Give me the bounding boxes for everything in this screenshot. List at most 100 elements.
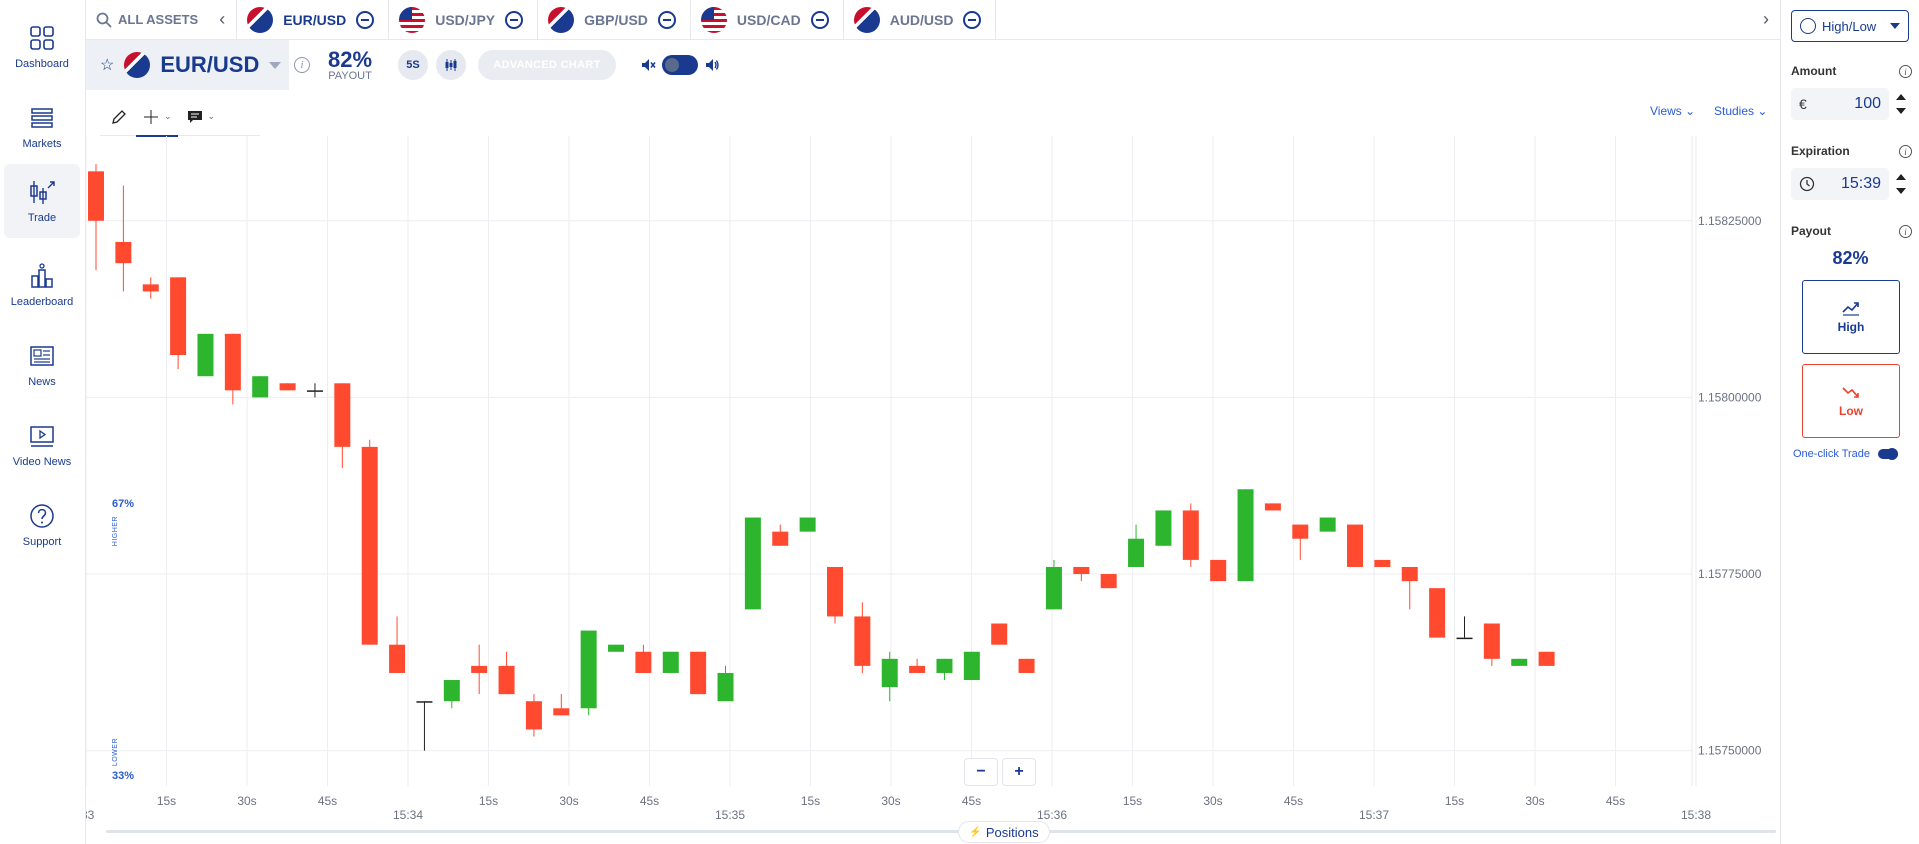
- amount-value: 100: [1854, 95, 1881, 112]
- remove-tab-icon[interactable]: [810, 10, 829, 29]
- y-tick-label: 1.15775000: [1698, 567, 1762, 581]
- trade-mode-select[interactable]: High/Low: [1791, 10, 1909, 42]
- increment-icon[interactable]: [1896, 94, 1906, 100]
- expiration-stepper[interactable]: [1893, 174, 1909, 194]
- all-assets-button[interactable]: ALL ASSETS: [86, 0, 208, 40]
- advanced-chart-button[interactable]: ADVANCED CHART: [478, 50, 616, 80]
- chevron-down-icon: ⌄: [1685, 104, 1696, 118]
- amount-stepper[interactable]: [1893, 94, 1909, 114]
- trading-app: Dashboard Markets Trade Leaderboard News…: [0, 0, 1919, 844]
- views-menu[interactable]: Views ⌄: [1650, 104, 1695, 118]
- tab-label: USD/CAD: [736, 11, 801, 28]
- eu-us-flag-icon: [247, 6, 274, 33]
- annotation-tool[interactable]: ⌄: [186, 99, 216, 135]
- candle-body: [553, 708, 570, 716]
- chart-type-button[interactable]: [436, 50, 466, 80]
- crosshair-tool[interactable]: ⌄: [136, 99, 178, 137]
- tabs-scroll-left-button[interactable]: ‹: [208, 0, 236, 40]
- candle-body: [991, 623, 1008, 645]
- clock-icon: [1799, 176, 1815, 192]
- amount-info-icon[interactable]: i: [1899, 65, 1912, 78]
- decrement-icon[interactable]: [1896, 188, 1906, 194]
- increment-icon[interactable]: [1896, 174, 1906, 180]
- higher-sentiment-percent: 67%: [112, 498, 135, 510]
- expiration-info-icon[interactable]: i: [1899, 145, 1912, 158]
- x-tick-label: 45s: [318, 794, 337, 808]
- amount-label: Amount: [1791, 64, 1837, 78]
- nav-leaderboard[interactable]: Leaderboard: [4, 248, 80, 322]
- views-label: Views: [1650, 104, 1682, 118]
- candle-body: [443, 680, 460, 702]
- candle-body: [252, 376, 269, 398]
- nav-news[interactable]: News: [4, 328, 80, 402]
- sound-toggle[interactable]: [662, 55, 698, 75]
- remove-tab-icon[interactable]: [356, 10, 375, 29]
- trade-panel: High/Low Amount i € 100 Expiration i 15:…: [1780, 0, 1919, 844]
- candle-body: [1429, 588, 1446, 638]
- nav-label: Trade: [27, 212, 57, 224]
- interval-label: 5S: [406, 59, 420, 71]
- video-news-icon: [30, 426, 54, 447]
- candle-body: [471, 665, 488, 673]
- tabs-scroll-right-button[interactable]: ›: [1752, 0, 1780, 40]
- chevron-down-icon: ⌄: [207, 111, 216, 121]
- mute-icon[interactable]: [640, 57, 656, 73]
- candlestick-chart[interactable]: :33 15s 30s 45s 15:34 15s 30s 45s 15:35 15s 30s 45s…: [86, 136, 1780, 844]
- chevron-down-icon: [269, 61, 282, 69]
- candle-body: [744, 517, 761, 610]
- nav-trade[interactable]: Trade: [4, 164, 80, 238]
- candle-body: [1456, 637, 1473, 640]
- interval-button[interactable]: 5S: [398, 50, 428, 80]
- nav-label: Markets: [22, 138, 62, 150]
- amount-field[interactable]: € 100: [1791, 88, 1889, 120]
- candle-body: [361, 446, 378, 645]
- one-click-toggle[interactable]: [1878, 448, 1899, 460]
- tab-usd-jpy[interactable]: USD/JPY: [388, 0, 537, 40]
- low-button[interactable]: Low: [1802, 364, 1900, 438]
- candle-body: [1237, 489, 1254, 582]
- remove-tab-icon[interactable]: [505, 10, 524, 29]
- expiration-field[interactable]: 15:39: [1791, 168, 1889, 200]
- favorite-star-icon[interactable]: ☆: [100, 55, 114, 75]
- nav-label: News: [28, 376, 56, 388]
- au-us-flag-icon: [853, 6, 880, 33]
- candle-body: [799, 517, 816, 532]
- x-tick-label: 15:35: [715, 808, 745, 822]
- payout-info-icon[interactable]: i: [1899, 225, 1912, 238]
- pencil-tool[interactable]: [110, 99, 128, 135]
- candle-body: [306, 390, 323, 392]
- asset-info-icon[interactable]: i: [294, 57, 310, 73]
- x-tick-label: 30s: [881, 794, 900, 808]
- x-tick-label: 45s: [640, 794, 659, 808]
- candle-body: [224, 333, 241, 391]
- remove-tab-icon[interactable]: [657, 10, 676, 29]
- zoom-in-button[interactable]: +: [1002, 758, 1036, 786]
- zoom-out-button[interactable]: −: [964, 758, 998, 786]
- tab-usd-cad[interactable]: USD/CAD: [689, 0, 843, 40]
- trend-up-icon: [1842, 302, 1859, 316]
- candle-body: [334, 383, 351, 447]
- x-tick-label: 15:36: [1037, 808, 1067, 822]
- volume-icon[interactable]: [704, 57, 720, 73]
- chart-scrollbar[interactable]: [106, 830, 1776, 833]
- studies-label: Studies: [1714, 104, 1755, 118]
- decrement-icon[interactable]: [1896, 108, 1906, 114]
- nav-support[interactable]: Support: [4, 488, 80, 562]
- tab-eur-usd[interactable]: EUR/USD: [236, 0, 388, 40]
- lower-sentiment-label: LOWER: [112, 738, 119, 767]
- positions-button[interactable]: ⚡ Positions: [958, 821, 1050, 843]
- trade-icon: [30, 181, 55, 204]
- nav-video-news[interactable]: Video News: [4, 408, 80, 482]
- high-button[interactable]: High: [1802, 280, 1900, 354]
- studies-menu[interactable]: Studies ⌄: [1714, 104, 1767, 118]
- candle-body: [662, 651, 679, 673]
- nav-dashboard[interactable]: Dashboard: [4, 10, 80, 84]
- tab-gbp-usd[interactable]: GBP/USD: [537, 0, 690, 40]
- bolt-icon: ⚡: [969, 826, 982, 838]
- nav-markets[interactable]: Markets: [4, 90, 80, 164]
- price-chart[interactable]: :33 15s 30s 45s 15:34 15s 30s 45s 15:35 15s 30s 45s…: [86, 136, 1780, 844]
- positions-label: Positions: [985, 824, 1039, 840]
- remove-tab-icon[interactable]: [963, 10, 982, 29]
- tab-aud-usd[interactable]: AUD/USD: [842, 0, 997, 40]
- asset-selector[interactable]: ☆ EUR/USD: [86, 40, 289, 90]
